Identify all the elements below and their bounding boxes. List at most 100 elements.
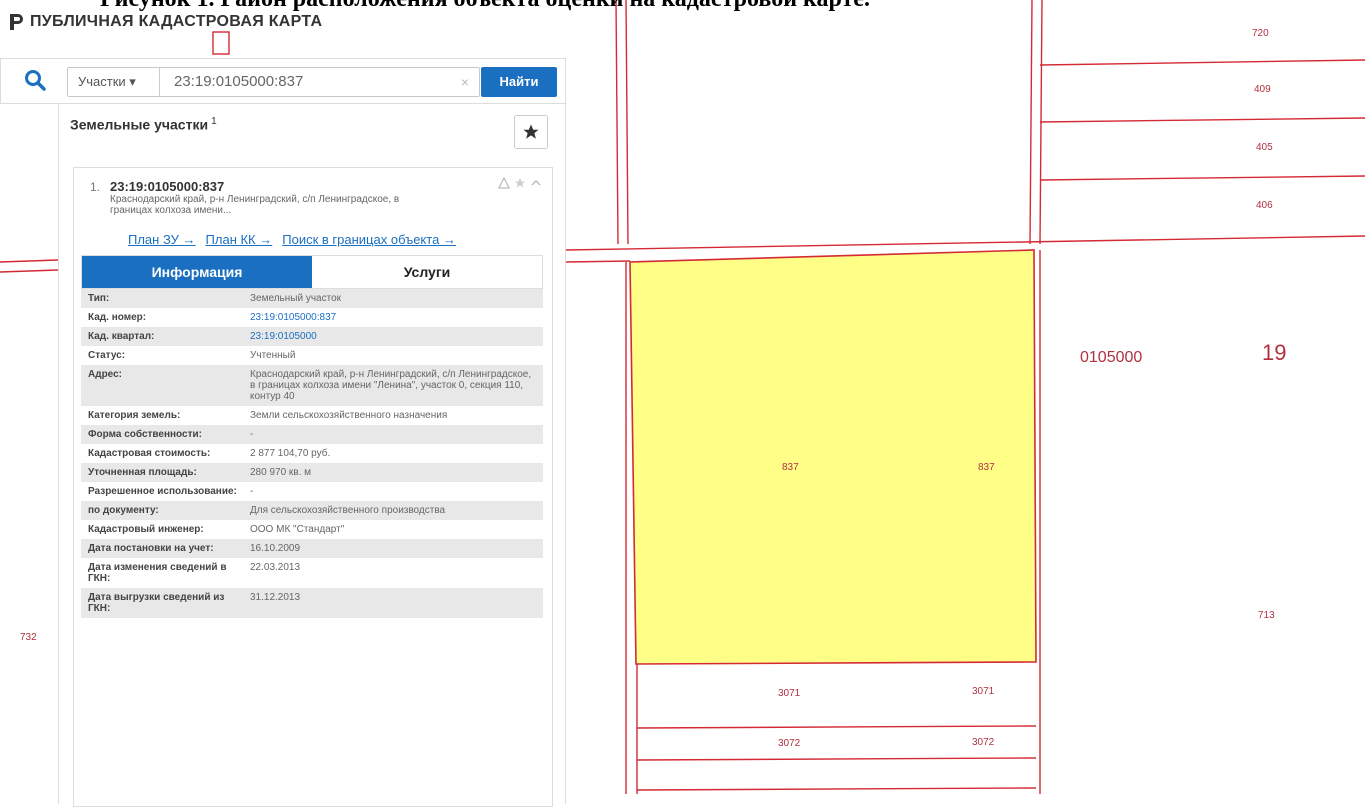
table-row: Дата выгрузки сведений из ГКН: 31.12.2013 [81, 588, 543, 618]
parcel-label: 837 [978, 462, 995, 473]
detail-value: - [250, 429, 254, 440]
layer-select[interactable]: Участки ▾ [68, 68, 160, 96]
search-bar: Участки ▾ 23:19:0105000:837 × Найти [0, 58, 566, 104]
table-row: Статус: Учтенный [81, 346, 543, 365]
search-icon[interactable] [23, 68, 47, 92]
results-count: 1 [211, 116, 217, 127]
table-row: Тип: Земельный участок [81, 289, 543, 308]
detail-label: Дата изменения сведений в ГКН: [88, 562, 227, 584]
boundary-line [565, 260, 631, 263]
detail-value: 22.03.2013 [250, 562, 301, 573]
detail-label: Кадастровый инженер: [88, 524, 204, 535]
detail-value: Учтенный [250, 350, 296, 361]
detail-label: Кад. номер: [88, 312, 147, 323]
detail-label: Кадастровая стоимость: [88, 448, 211, 459]
parcel-number-label: 713 [1258, 610, 1275, 621]
tab-services[interactable]: Услуги [312, 256, 542, 288]
detail-value: 16.10.2009 [250, 543, 301, 554]
boundary-line [636, 787, 1037, 791]
star-icon [523, 124, 539, 139]
table-row: Дата постановки на учет: 16.10.2009 [81, 539, 543, 558]
detail-value[interactable]: 23:19:0105000 [243, 327, 543, 346]
detail-value: Для сельскохозяйственного производства [250, 505, 446, 516]
detail-value: - [250, 486, 254, 497]
warning-icon[interactable] [498, 177, 510, 189]
detail-label: Кад. квартал: [88, 331, 155, 342]
detail-label: по документу: [88, 505, 159, 516]
boundary-line [1039, 175, 1365, 181]
parcel-number-label: 406 [1256, 200, 1273, 211]
detail-label: Статус: [88, 350, 126, 361]
quarter-label: 0105000 [1080, 349, 1142, 366]
table-row: Категория земель: Земли сельскохозяйствен… [81, 406, 543, 425]
table-row: Разрешенное использование: - [81, 482, 543, 501]
result-number: 1. [90, 180, 101, 194]
results-heading: Земельные участки 1 [70, 116, 217, 133]
parcel-number-label: 405 [1256, 142, 1273, 153]
search-field[interactable]: Участки ▾ 23:19:0105000:837 × [67, 67, 480, 97]
boundary-line [636, 757, 1037, 761]
boundary-line [625, 0, 629, 245]
table-row: Кад. квартал: 23:19:0105000 [81, 327, 543, 346]
result-cad-number[interactable]: 23:19:0105000:837 [110, 179, 224, 194]
results-panel: Земельные участки 1 1. 23:19:0105000:837 … [58, 104, 566, 807]
detail-label: Адрес: [88, 369, 122, 380]
boundary-line [615, 0, 619, 245]
result-address: Краснодарский край, р-н Ленинградский, с… [110, 194, 400, 216]
clear-icon[interactable]: × [461, 68, 469, 96]
detail-label: Дата выгрузки сведений из ГКН: [88, 592, 225, 614]
table-row: Дата изменения сведений в ГКН: 22.03.2013 [81, 558, 543, 588]
parcel-number-label: 720 [1252, 28, 1269, 39]
favorite-button[interactable] [514, 115, 548, 149]
app-header: ПУБЛИЧНАЯ КАДАСТРОВАЯ КАРТА [8, 13, 322, 31]
district-label: 19 [1262, 340, 1286, 365]
detail-label: Дата постановки на учет: [88, 543, 214, 554]
parcel-number-label: 3072 [778, 738, 801, 749]
search-input[interactable]: 23:19:0105000:837 [174, 68, 303, 96]
table-row: Кад. номер: 23:19:0105000:837 [81, 308, 543, 327]
parcel-number-label: 3072 [972, 737, 995, 748]
star-icon[interactable] [514, 177, 526, 189]
parcel-number-label: 3071 [972, 686, 995, 697]
table-row: Кадастровая стоимость: 2 877 104,70 руб. [81, 444, 543, 463]
result-card: 1. 23:19:0105000:837 Краснодарский край,… [73, 167, 553, 807]
result-links: План ЗУ → План КК → Поиск в границах объ… [128, 232, 456, 247]
parcel-number-label: 3071 [778, 688, 801, 699]
table-row: по документу: Для сельскохозяйственного п… [81, 501, 543, 520]
boundary-line [636, 725, 1037, 729]
detail-value: Земельный участок [250, 293, 342, 304]
boundary-line [1029, 0, 1033, 245]
detail-value: Земли сельскохозяйственного назначения [250, 410, 448, 421]
boundary-line [565, 235, 1365, 251]
link-search-within[interactable]: Поиск в границах объекта → [282, 232, 456, 247]
detail-label: Уточненная площадь: [88, 467, 197, 478]
chevron-up-icon[interactable] [530, 177, 542, 189]
detail-label: Тип: [88, 293, 110, 304]
find-button[interactable]: Найти [481, 67, 557, 97]
parcel-number-label: 732 [20, 632, 37, 643]
tab-info[interactable]: Информация [82, 256, 312, 288]
detail-value[interactable]: 23:19:0105000:837 [243, 308, 543, 327]
detail-value: 280 970 кв. м [250, 467, 312, 478]
detail-value: Краснодарский край, р-н Ленинградский, с… [250, 369, 532, 402]
tabs: Информация Услуги [81, 255, 543, 289]
parcel-label: 837 [782, 462, 799, 473]
card-actions [498, 177, 542, 189]
pkk-logo-icon [10, 14, 23, 30]
table-row: Форма собственности: - [81, 425, 543, 444]
table-row: Уточненная площадь: 280 970 кв. м [81, 463, 543, 482]
detail-label: Разрешенное использование: [88, 486, 237, 497]
table-row: Кадастровый инженер: ООО МК "Стандарт" [81, 520, 543, 539]
link-plan-kk[interactable]: План КК → [206, 232, 273, 247]
details-table: Тип: Земельный участок Кад. номер: 23:19:01… [81, 289, 543, 618]
boundary-line [1039, 59, 1365, 66]
link-plan-zu[interactable]: План ЗУ → [128, 232, 196, 247]
detail-value: ООО МК "Стандарт" [250, 524, 345, 535]
boundary-marker [212, 31, 230, 55]
detail-value: 31.12.2013 [250, 592, 301, 603]
boundary-line [0, 269, 59, 273]
detail-label: Форма собственности: [88, 429, 202, 440]
selected-parcel[interactable] [629, 249, 1037, 665]
document-heading: Рисунок 1. Район расположения объекта оц… [100, 0, 870, 13]
parcel-number-label: 409 [1254, 84, 1271, 95]
